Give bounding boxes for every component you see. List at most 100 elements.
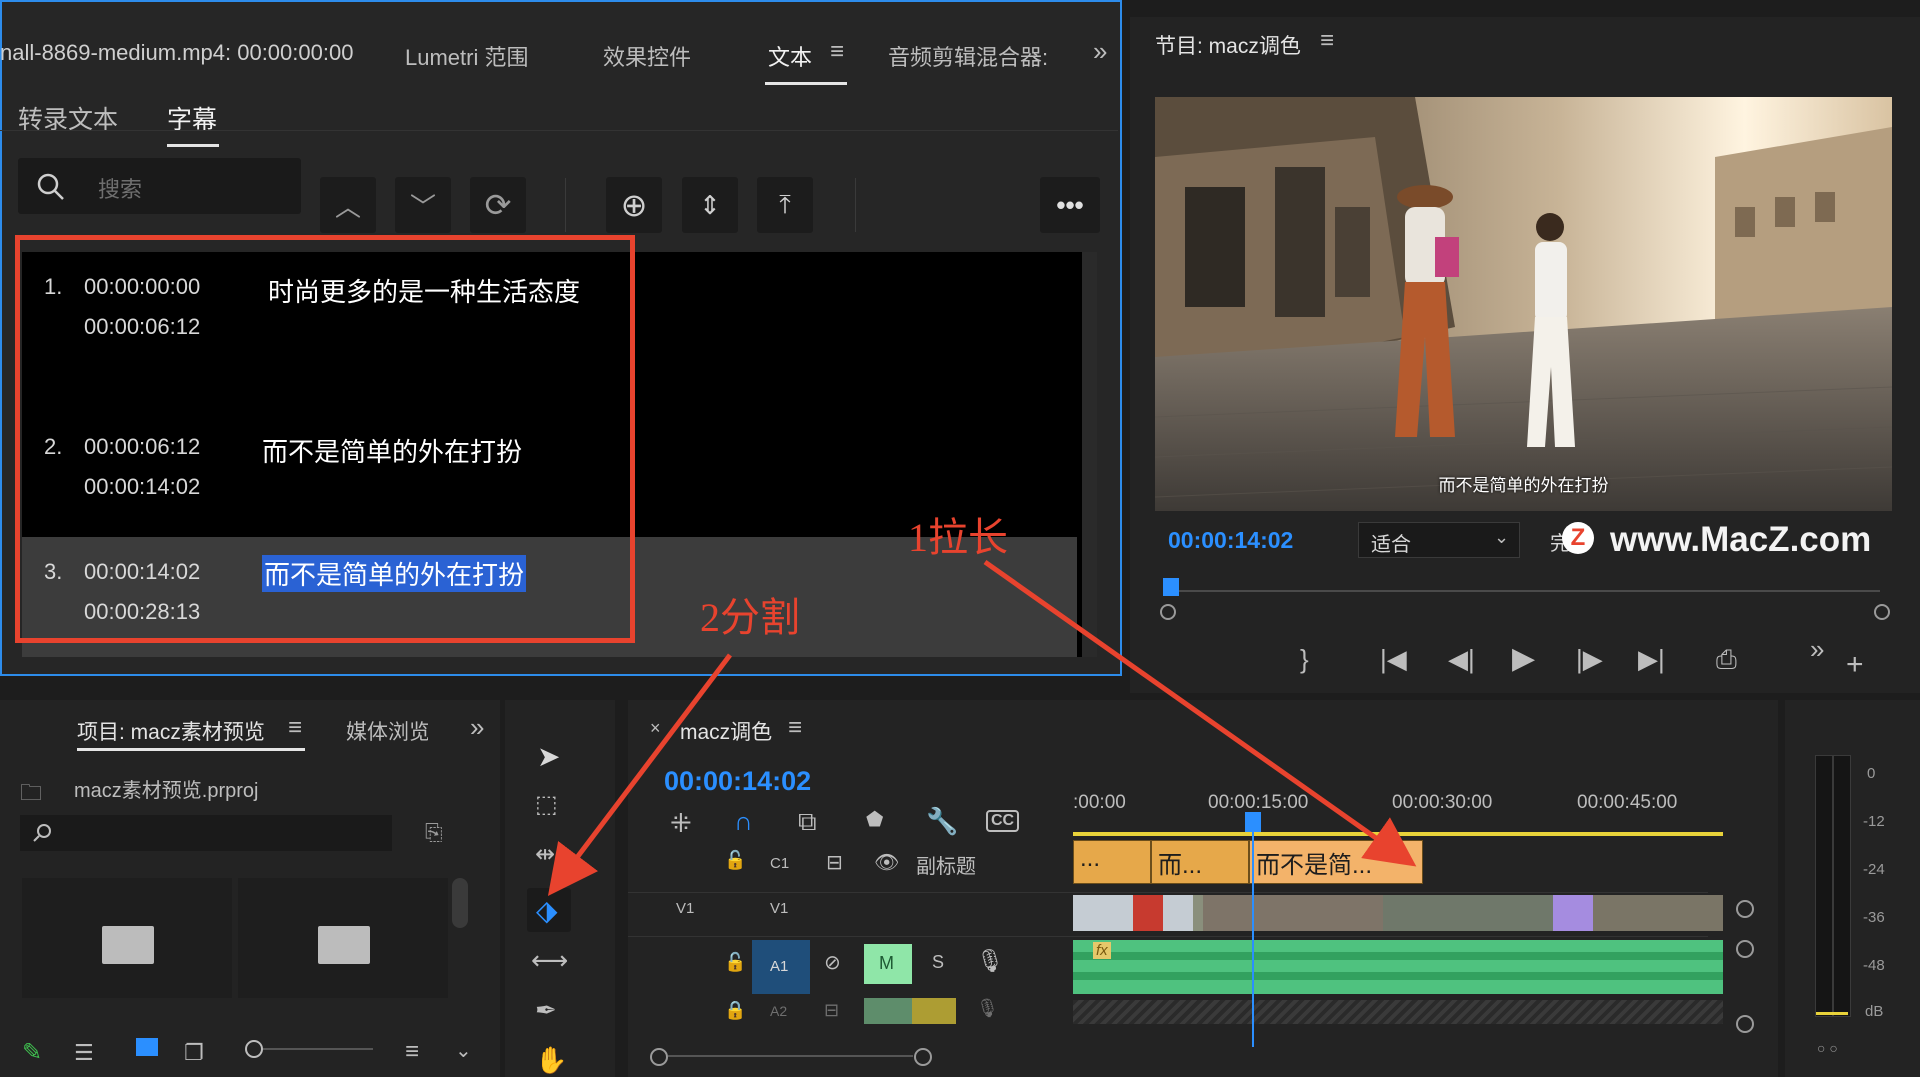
text-tab-menu-icon[interactable] (830, 38, 844, 66)
step-forward-icon[interactable]: |▶ (1576, 646, 1603, 672)
track-select-tool-icon[interactable]: ⬚ (535, 790, 558, 819)
caption-clip-selected[interactable]: 而不是简... (1249, 840, 1423, 884)
hand-tool-icon[interactable]: ✋ (535, 1045, 567, 1076)
replace-button[interactable]: ⟳ (470, 177, 526, 233)
solo-indicator-icon[interactable]: ○ ○ (1817, 1040, 1838, 1056)
timeline-zoom-left[interactable] (650, 1048, 668, 1066)
icon-view-icon[interactable] (136, 1038, 158, 1056)
zoom-slider-handle[interactable] (245, 1040, 263, 1058)
tab-audio-clip-mixer[interactable]: 音频剪辑混合器: (888, 40, 1048, 72)
more-controls-icon[interactable]: » (1810, 636, 1824, 662)
program-playhead[interactable] (1163, 578, 1179, 596)
tab-text[interactable]: 文本 (768, 40, 812, 72)
project-title[interactable]: 项目: macz素材预览 (77, 716, 265, 746)
search-field[interactable]: 搜索 (18, 158, 301, 214)
new-bin-icon[interactable]: ⎘ (425, 820, 443, 846)
project-search-input[interactable] (20, 815, 392, 851)
vertical-scroll-handle[interactable] (1736, 1015, 1754, 1033)
go-to-in-icon[interactable]: |◀ (1380, 646, 1407, 672)
tab-effect-controls[interactable]: 效果控件 (603, 40, 691, 72)
project-menu-icon[interactable] (288, 714, 302, 742)
solo-button[interactable] (912, 998, 956, 1024)
tab-lumetri-scopes[interactable]: Lumetri 范围 (405, 40, 528, 72)
tab-media-browser[interactable]: 媒体浏览 (346, 716, 428, 746)
selection-tool-icon[interactable]: ➤ (537, 740, 560, 773)
eye-icon[interactable]: 👁 (874, 850, 899, 875)
sequence-tab[interactable]: macz调色 (680, 716, 772, 746)
timeline-panel: × macz调色 00:00:14:02 ⁜ ∩ ⧉ ⬟ 🔧 CC :00:00… (628, 700, 1778, 1077)
timeline-timecode[interactable]: 00:00:14:02 (664, 766, 811, 797)
track-c1-label[interactable]: C1 (770, 855, 789, 872)
split-caption-button[interactable]: ⇕ (682, 177, 738, 233)
linked-selection-icon[interactable]: ⧉ (798, 808, 817, 834)
wrench-icon[interactable]: 🔧 (926, 808, 958, 834)
caption-scrollbar[interactable] (1082, 252, 1097, 657)
export-frame-icon[interactable]: ⎙ (1716, 646, 1737, 672)
next-caption-button[interactable]: ﹀ (395, 177, 451, 233)
chevron-down-icon[interactable]: ⌄ (455, 1038, 472, 1063)
bin-thumbnail[interactable] (22, 878, 232, 998)
previous-caption-button[interactable]: ︿ (320, 177, 376, 233)
timeline-zoom-right[interactable] (914, 1048, 932, 1066)
lock-icon[interactable]: 🔓 (724, 952, 746, 973)
work-area-bar[interactable] (1073, 832, 1723, 836)
video-clip[interactable] (1073, 895, 1723, 931)
merge-caption-button[interactable]: ⤒ (757, 177, 813, 233)
timeline-scrollbar[interactable] (668, 1055, 913, 1057)
captions-cc-icon[interactable]: CC (986, 810, 1020, 832)
mute-button[interactable]: M (864, 944, 912, 984)
audio-clip[interactable]: fx (1073, 940, 1723, 994)
zoom-handle-right[interactable] (1874, 604, 1890, 620)
program-menu-icon[interactable] (1320, 27, 1334, 55)
fit-dropdown[interactable]: 适合 ⌄ (1358, 522, 1520, 558)
add-marker-icon[interactable]: ⬟ (866, 810, 883, 830)
zoom-handle-left[interactable] (1160, 604, 1176, 620)
program-title[interactable]: 节目: macz调色 (1155, 30, 1301, 60)
ripple-edit-tool-icon[interactable]: ⇹ (535, 840, 555, 869)
pencil-icon[interactable]: ✎ (22, 1038, 42, 1067)
list-view-icon[interactable]: ☰ (74, 1040, 94, 1066)
microphone-icon[interactable]: 🎙 (976, 998, 999, 1019)
close-icon[interactable]: × (650, 718, 661, 739)
vertical-scroll-handle[interactable] (1736, 900, 1754, 918)
timeline-playhead[interactable] (1245, 812, 1261, 832)
pen-tool-icon[interactable]: ✒ (535, 995, 557, 1026)
sync-lock-icon[interactable]: ⊟ (824, 1000, 839, 1021)
source-patch-v1[interactable]: V1 (676, 900, 694, 917)
sort-icon[interactable]: ≡ (405, 1038, 419, 1066)
zoom-slider-track[interactable] (263, 1048, 373, 1050)
project-scrollbar[interactable] (452, 878, 468, 928)
step-back-icon[interactable]: ◀| (1448, 646, 1475, 672)
track-a2-label[interactable]: A2 (770, 1003, 787, 1019)
freeform-view-icon[interactable]: ❐ (184, 1040, 204, 1066)
bin-thumbnail[interactable] (238, 878, 448, 998)
lock-icon[interactable]: 🔓 (724, 850, 746, 871)
mark-out-icon[interactable]: } (1300, 646, 1309, 672)
program-scrub-bar[interactable] (1168, 590, 1880, 592)
more-tabs-icon[interactable]: » (470, 712, 484, 743)
snap-magnet-icon[interactable]: ∩ (734, 808, 753, 834)
more-options-button[interactable]: ••• (1040, 177, 1100, 233)
voice-over-icon[interactable]: ⊘ (824, 950, 841, 975)
mute-button[interactable] (864, 998, 912, 1024)
track-v1-label[interactable]: V1 (770, 900, 788, 917)
vertical-scroll-handle[interactable] (1736, 940, 1754, 958)
caption-clip[interactable]: 而... (1151, 840, 1249, 884)
slip-tool-icon[interactable]: ⟷ (531, 945, 568, 976)
insert-nest-icon[interactable]: ⁜ (670, 810, 692, 836)
sequence-menu-icon[interactable] (788, 714, 802, 742)
add-button-icon[interactable]: + (1846, 650, 1864, 680)
play-icon[interactable]: ▶ (1512, 644, 1535, 674)
program-timecode[interactable]: 00:00:14:02 (1168, 527, 1293, 554)
caption-clip[interactable]: ... (1073, 840, 1151, 884)
tab-source-clip[interactable]: nall-8869-medium.mp4: 00:00:00:00 (0, 40, 353, 66)
solo-button[interactable]: S (932, 952, 944, 973)
track-a1-target[interactable]: A1 (752, 940, 810, 994)
lock-icon[interactable]: 🔒 (724, 1000, 746, 1021)
sync-lock-icon[interactable]: ⊟ (826, 850, 843, 875)
more-tabs-icon[interactable]: » (1093, 36, 1107, 67)
add-caption-button[interactable]: ⊕ (606, 177, 662, 233)
go-to-out-icon[interactable]: ▶| (1638, 646, 1665, 672)
microphone-icon[interactable]: 🎙 (976, 948, 1004, 974)
razor-tool-button[interactable]: ⬗ (527, 888, 571, 932)
